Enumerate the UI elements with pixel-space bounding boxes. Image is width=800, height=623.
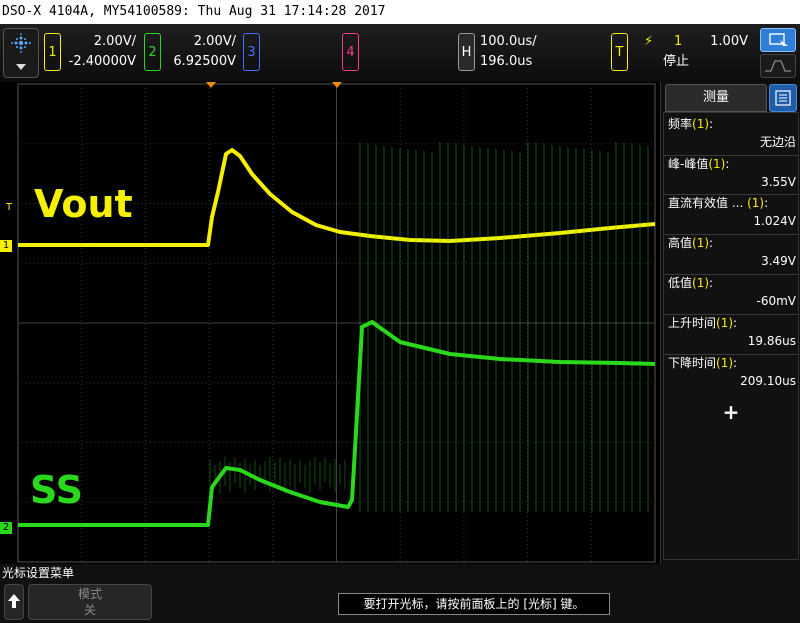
- measurement-top[interactable]: 高值(1): 3.49V: [668, 234, 796, 270]
- channel-1-ground-marker[interactable]: 1: [0, 240, 12, 252]
- measurement-base[interactable]: 低值(1): -60mV: [668, 274, 796, 310]
- softkey-bar: 光标设置菜单 模式 关 要打开光标，请按前面板上的 [光标] 键。: [0, 564, 800, 623]
- measurement-rise-time[interactable]: 上升时间(1): 19.86us: [668, 314, 796, 350]
- measurement-label: 上升时间: [668, 316, 717, 330]
- trigger-source: 1: [674, 34, 683, 49]
- measurement-channel: (1): [716, 316, 734, 330]
- vout-label: Vout: [34, 182, 133, 226]
- main-menu-button[interactable]: [3, 28, 39, 78]
- measurement-label: 低值: [668, 276, 693, 290]
- delay-value: 196.0us: [480, 54, 533, 69]
- measurement-label: 频率: [668, 117, 693, 131]
- acquisition-status: 停止: [662, 54, 689, 69]
- arrow-up-icon: [8, 594, 20, 608]
- tab-measurements[interactable]: 测量: [665, 84, 767, 112]
- touch-icon: [769, 33, 788, 46]
- measurement-channel: (1): [747, 196, 765, 210]
- measurement-value: 19.86us: [747, 334, 796, 348]
- measurement-channel: (1): [692, 117, 710, 131]
- measurement-label: 下降时间: [668, 356, 717, 370]
- cursor-hint-message: 要打开光标，请按前面板上的 [光标] 键。: [338, 593, 610, 615]
- chevron-down-icon: [16, 64, 26, 70]
- top-control-bar: 1 2.00V/ -2.40000V 2 2.00V/ 6.92500V 3 4…: [0, 24, 800, 82]
- menu-title: 光标设置菜单: [2, 566, 75, 580]
- list-icon: [775, 90, 791, 106]
- measurement-channel: (1): [692, 236, 710, 250]
- measurement-value: 3.49V: [761, 254, 796, 268]
- zoom-toggle-button[interactable]: [760, 54, 796, 78]
- trigger-level: 1.00V: [710, 34, 748, 49]
- measurement-value: 209.10us: [740, 374, 796, 388]
- channel-3-key[interactable]: 3: [243, 33, 260, 71]
- window-title: DSO-X 4104A, MY54100589: Thu Aug 31 17:1…: [0, 0, 800, 24]
- channel-1-scale: 2.00V/: [93, 34, 136, 49]
- channel-2-ground-marker[interactable]: 2: [0, 522, 12, 534]
- measurement-label: 直流有效值 ...: [668, 196, 744, 210]
- channel-2-offset: 6.92500V: [173, 54, 236, 69]
- measurement-fall-time[interactable]: 下降时间(1): 209.10us: [668, 354, 796, 390]
- delay-marker-icon: [332, 82, 342, 88]
- measurement-list: 频率(1): 无边沿 峰-峰值(1): 3.55V 直流有效值 ... (1):…: [663, 112, 799, 560]
- measurement-frequency[interactable]: 频率(1): 无边沿: [668, 115, 796, 151]
- ss-label: SS: [30, 468, 84, 512]
- measurement-channel: (1): [692, 276, 710, 290]
- trigger-position-marker-icon: [206, 82, 216, 88]
- channel-4-key[interactable]: 4: [342, 33, 359, 71]
- measurement-label: 高值: [668, 236, 693, 250]
- timebase-value: 100.0us/: [480, 34, 537, 49]
- panel-menu-button[interactable]: [769, 84, 797, 112]
- zoom-waveform-icon: [765, 60, 791, 72]
- measurement-value: 3.55V: [761, 175, 796, 189]
- waveform-graticule: [17, 82, 656, 563]
- channel-1-key[interactable]: 1: [44, 33, 61, 71]
- cursor-mode-value: 关: [83, 603, 96, 617]
- touch-toggle-button[interactable]: [760, 28, 796, 52]
- trigger-slope-icon: ⚡: [644, 34, 654, 49]
- measurement-channel: (1): [708, 157, 726, 171]
- measurement-value: 无边沿: [759, 135, 796, 149]
- measurement-label: 峰-峰值: [668, 157, 709, 171]
- trigger-key[interactable]: T: [611, 33, 628, 71]
- channel-2-scale: 2.00V/: [193, 34, 236, 49]
- waveform-display[interactable]: Vout SS T 1 2: [0, 82, 660, 564]
- measurement-value: -60mV: [756, 294, 797, 308]
- measurement-channel: (1): [716, 356, 734, 370]
- measurement-peak-to-peak[interactable]: 峰-峰值(1): 3.55V: [668, 155, 796, 191]
- channel-1-offset: -2.40000V: [68, 54, 136, 69]
- measurement-value: 1.024V: [753, 214, 796, 228]
- trigger-level-marker[interactable]: T: [6, 202, 12, 213]
- cursor-mode-softkey[interactable]: 模式 关: [28, 584, 152, 620]
- add-measurement-button[interactable]: +: [714, 399, 748, 425]
- cursor-mode-label: 模式: [77, 587, 102, 601]
- keysight-logo-icon: [11, 33, 31, 70]
- horizontal-key[interactable]: H: [458, 33, 475, 71]
- measurement-panel: 测量 频率(1): 无边沿 峰-峰值(1): 3.55V 直流有效值 ... (…: [660, 82, 800, 564]
- measurement-dc-rms[interactable]: 直流有效值 ... (1): 1.024V: [668, 194, 796, 230]
- channel-2-key[interactable]: 2: [144, 33, 161, 71]
- back-button[interactable]: [4, 584, 24, 620]
